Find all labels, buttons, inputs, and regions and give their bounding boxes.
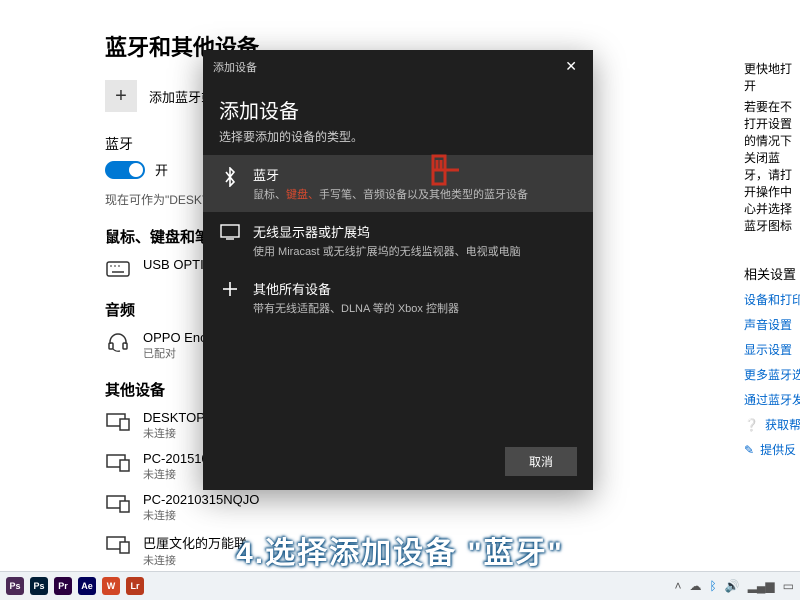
related-settings-title: 相关设置 <box>744 264 800 283</box>
related-link[interactable]: 声音设置 <box>744 316 800 333</box>
dialog-subtitle: 选择要添加的设备的类型。 <box>219 128 577 145</box>
related-link[interactable]: 显示设置 <box>744 341 800 358</box>
tray-battery-icon[interactable]: ▭ <box>783 579 794 593</box>
device-generic-icon <box>105 492 131 516</box>
option-everything-else[interactable]: 其他所有设备 带有无线适配器、DLNA 等的 Xbox 控制器 <box>203 269 593 326</box>
taskbar-app-icon[interactable]: Ae <box>78 577 96 595</box>
option-title: 无线显示器或扩展坞 <box>253 222 521 241</box>
option-desc: 鼠标、键盘、手写笔、音频设备以及其他类型的蓝牙设备 <box>253 186 528 202</box>
option-title: 蓝牙 <box>253 165 528 184</box>
tray-bluetooth-icon[interactable]: ᛒ <box>710 579 717 593</box>
dialog-header-title: 添加设备 <box>213 59 257 75</box>
tray-volume-icon[interactable]: 🔊 <box>725 579 740 593</box>
taskbar-app-icon[interactable]: Pr <box>54 577 72 595</box>
taskbar-apps: Ps Ps Pr Ae W Lr <box>6 577 144 595</box>
add-device-dialog: 添加设备 ✕ 添加设备 选择要添加的设备的类型。 蓝牙 鼠标、键盘、手写笔、音频… <box>203 50 593 490</box>
device-generic-icon <box>105 410 131 434</box>
bluetooth-toggle[interactable] <box>105 161 145 179</box>
tray-wifi-icon[interactable]: ▂▄▆ <box>748 579 775 593</box>
device-generic-icon <box>105 451 131 475</box>
device-name: PC-20210315NQJO <box>143 492 259 507</box>
device-status: 未连接 <box>143 552 247 568</box>
related-link[interactable]: 更多蓝牙选 <box>744 366 800 383</box>
keyboard-icon <box>105 257 131 281</box>
close-icon[interactable]: ✕ <box>559 56 583 77</box>
option-desc: 使用 Miracast 或无线扩展坞的无线监视器、电视或电脑 <box>253 243 521 259</box>
help-icon: ❔ <box>744 418 759 432</box>
headset-icon <box>105 330 131 354</box>
device-row[interactable]: 巴厘文化的万能联未连接 <box>105 533 800 568</box>
device-status: 未连接 <box>143 507 259 523</box>
plus-icon: + <box>105 80 137 112</box>
taskbar-app-icon[interactable]: Ps <box>6 577 24 595</box>
related-link[interactable]: 设备和打印 <box>744 291 800 308</box>
device-name: 巴厘文化的万能联 <box>143 533 247 552</box>
taskbar-app-icon[interactable]: W <box>102 577 120 595</box>
get-help-link[interactable]: ❔获取帮 <box>744 416 800 433</box>
bluetooth-icon <box>219 167 241 187</box>
dialog-title: 添加设备 <box>219 95 577 124</box>
option-bluetooth[interactable]: 蓝牙 鼠标、键盘、手写笔、音频设备以及其他类型的蓝牙设备 <box>203 155 593 212</box>
system-tray[interactable]: ˄ ☁ ᛒ 🔊 ▂▄▆ ▭ <box>675 579 794 593</box>
monitor-icon <box>219 224 241 240</box>
tray-chevron-icon[interactable]: ˄ <box>675 579 682 593</box>
taskbar-app-icon[interactable]: Lr <box>126 577 144 595</box>
give-feedback-link[interactable]: ✎提供反 <box>744 441 800 458</box>
device-generic-icon <box>105 533 131 557</box>
taskbar[interactable]: Ps Ps Pr Ae W Lr ˄ ☁ ᛒ 🔊 ▂▄▆ ▭ <box>0 571 800 600</box>
bluetooth-state: 开 <box>155 160 168 179</box>
option-title: 其他所有设备 <box>253 279 459 298</box>
related-link[interactable]: 通过蓝牙发 <box>744 391 800 408</box>
cancel-button[interactable]: 取消 <box>505 447 577 476</box>
taskbar-app-icon[interactable]: Ps <box>30 577 48 595</box>
option-wireless-display[interactable]: 无线显示器或扩展坞 使用 Miracast 或无线扩展坞的无线监视器、电视或电脑 <box>203 212 593 269</box>
right-sidebar: 更快地打开 若要在不打开设置的情况下关闭蓝牙，请打开操作中心并选择蓝牙图标 相关… <box>744 60 800 466</box>
plus-icon <box>219 281 241 297</box>
option-desc: 带有无线适配器、DLNA 等的 Xbox 控制器 <box>253 300 459 316</box>
tray-cloud-icon[interactable]: ☁ <box>690 579 702 593</box>
device-row[interactable]: PC-20210315NQJO未连接 <box>105 492 800 523</box>
tip-body: 若要在不打开设置的情况下关闭蓝牙，请打开操作中心并选择蓝牙图标 <box>744 98 800 234</box>
feedback-icon: ✎ <box>744 443 754 457</box>
tip-heading: 更快地打开 <box>744 60 800 94</box>
